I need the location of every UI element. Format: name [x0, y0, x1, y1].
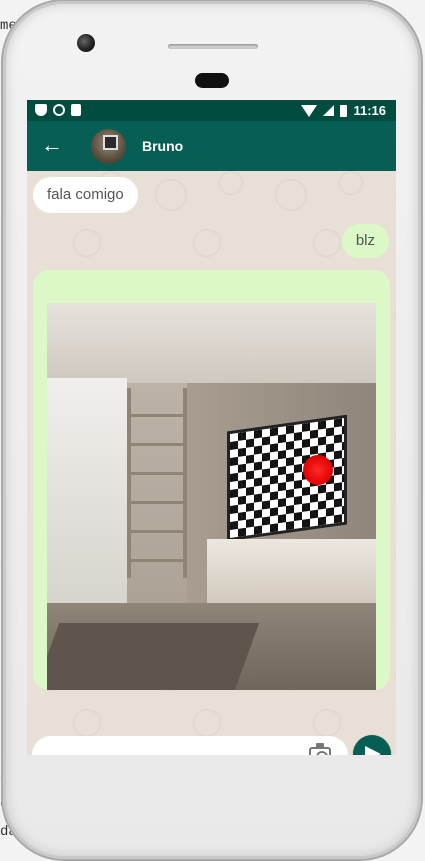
phone-screen: 11:16 ← Bruno fala comigo blz — [27, 100, 396, 755]
status-time: 11:16 — [353, 103, 386, 118]
shield-icon — [35, 104, 47, 116]
send-icon — [365, 746, 381, 755]
camera-icon[interactable] — [309, 743, 331, 755]
avatar[interactable] — [91, 129, 126, 164]
front-camera — [77, 34, 95, 52]
photo-cabinet — [207, 539, 376, 609]
earpiece — [195, 73, 229, 88]
message-input[interactable] — [32, 736, 348, 755]
message-photo[interactable] — [47, 303, 376, 690]
status-icons-left — [35, 104, 81, 116]
app-bar: ← Bruno — [27, 121, 396, 171]
status-bar: 11:16 — [27, 100, 396, 121]
composer-row — [27, 730, 396, 755]
sync-icon — [53, 104, 65, 116]
signal-icon — [323, 105, 335, 116]
speaker-grille — [168, 44, 258, 49]
photo-red-marker — [303, 455, 333, 485]
send-button[interactable] — [353, 735, 391, 755]
photo-rug — [47, 623, 260, 690]
message-bubble-image[interactable] — [33, 270, 390, 690]
wifi-icon — [301, 104, 318, 117]
message-bubble-incoming[interactable]: fala comigo — [33, 177, 138, 213]
contact-name[interactable]: Bruno — [142, 138, 183, 154]
status-icons-right: 11:16 — [301, 103, 386, 118]
message-bubble-outgoing[interactable]: blz — [341, 224, 389, 258]
battery-icon — [340, 104, 348, 117]
photo-ceiling — [47, 303, 376, 383]
photo-ladder-shelf — [127, 388, 187, 578]
arrow-left-icon[interactable]: ← — [41, 133, 63, 157]
chat-area: fala comigo blz — [27, 171, 396, 755]
photo-window — [47, 378, 127, 608]
sd-card-icon — [71, 104, 81, 116]
